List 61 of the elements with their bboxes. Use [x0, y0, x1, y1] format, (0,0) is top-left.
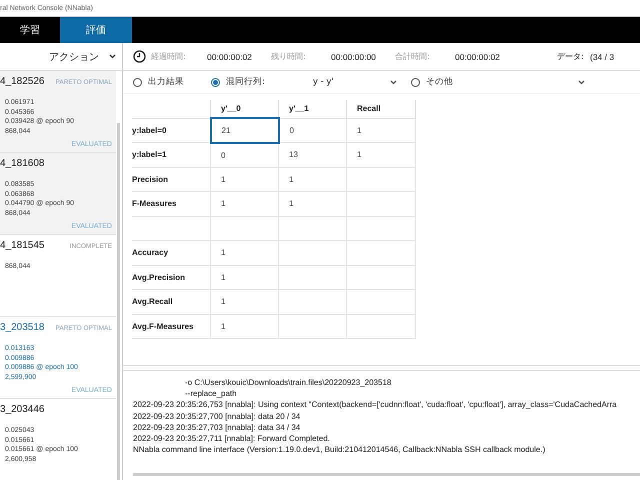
log-line: 2022-09-23 20:35:26,753 [nnabla]: Using context "Context(backend=['cudnn:float', 'cuda:float', 'cpu:float'], array_class='CudaCachedArra: [133, 399, 618, 411]
log-line: --replace_path: [184, 388, 238, 400]
row-header: Accuracy: [132, 240, 210, 265]
clock-icon: [133, 50, 146, 63]
result-name: 3_203446: [0, 404, 44, 415]
log-line: 2022-09-23 20:35:27,703 [nnabla]: data 34 / 34: [133, 422, 302, 434]
chevron-icon: [578, 80, 585, 84]
column-header: Recall: [346, 100, 416, 118]
radio-button[interactable]: [133, 78, 142, 86]
chevron-icon: [390, 80, 397, 84]
elapsed-time: 00:00:00:02: [207, 52, 253, 62]
data-label: データ:: [557, 51, 585, 62]
table-cell[interactable]: 1: [210, 314, 278, 338]
log-line: 2022-09-23 20:35:27,711 [nnabla]: Forward Completed.: [133, 433, 331, 444]
table-cell[interactable]: 1: [210, 290, 278, 314]
action-menu-button[interactable]: アクション: [49, 50, 116, 64]
log-line: NNabla command line interface (Version:1.19.0.dev1, Build:210412014546, Callback:NNabla SSH callback module.): [133, 444, 546, 456]
data-count: (34 / 3: [590, 52, 614, 62]
row-header: Avg.Precision: [132, 265, 210, 290]
column-header: y'__1: [278, 100, 346, 118]
table-cell[interactable]: 1: [210, 192, 278, 216]
tab[interactable]: 評価: [60, 17, 132, 43]
row-header: Avg.Recall: [132, 290, 210, 314]
table-cell[interactable]: 0: [210, 142, 278, 167]
result-name: 4_182526: [0, 76, 44, 87]
row-header: y:label=0: [132, 118, 210, 142]
remaining-time: 00:00:00:00: [331, 52, 377, 62]
elapsed-label: 経過時間:: [151, 51, 187, 62]
option-label[interactable]: 出力結果: [148, 76, 184, 88]
chevron-icon: [109, 54, 116, 59]
total-time: 00:00:00:02: [455, 52, 501, 62]
result-name: 4_181545: [0, 240, 44, 251]
radio-button[interactable]: [211, 78, 220, 86]
row-header: F-Measures: [132, 192, 210, 216]
log-line: 2022-09-23 20:35:27,700 [nnabla]: data 20 / 34: [133, 410, 302, 422]
table-cell[interactable]: 1: [210, 265, 278, 290]
tab[interactable]: 学習: [0, 17, 60, 43]
table-cell[interactable]: 13: [278, 142, 346, 167]
radio-button[interactable]: [410, 78, 420, 86]
remaining-label: 残り時間:: [271, 51, 307, 62]
row-header: y:label=1: [132, 142, 210, 167]
table-cell[interactable]: 1: [210, 240, 278, 265]
row-header: Avg.F-Measures: [132, 314, 210, 338]
total-label: 合計時間:: [395, 51, 431, 62]
table-cell[interactable]: 1: [346, 142, 416, 167]
result-name: 3_203518: [0, 322, 44, 333]
row-header: Precision: [132, 167, 210, 192]
option-label[interactable]: 混同行列:: [226, 76, 265, 88]
table-cell[interactable]: 21: [210, 118, 278, 142]
table-cell[interactable]: 1: [278, 192, 346, 216]
scrollbar[interactable]: [133, 473, 640, 476]
table-cell[interactable]: 1: [210, 167, 278, 192]
table-cell[interactable]: 1: [346, 118, 416, 142]
result-name: 4_181608: [0, 158, 44, 169]
table-cell[interactable]: 0: [278, 118, 346, 142]
option-label[interactable]: その他: [426, 76, 453, 88]
scrollbar[interactable]: [117, 123, 120, 480]
dropdown[interactable]: y - y': [290, 77, 403, 87]
log-line: -o C:\Users\kouic\Downloads\train.files\20220923_203518: [184, 377, 392, 388]
table-cell[interactable]: 1: [278, 167, 346, 192]
column-header: y'__0: [210, 100, 278, 118]
